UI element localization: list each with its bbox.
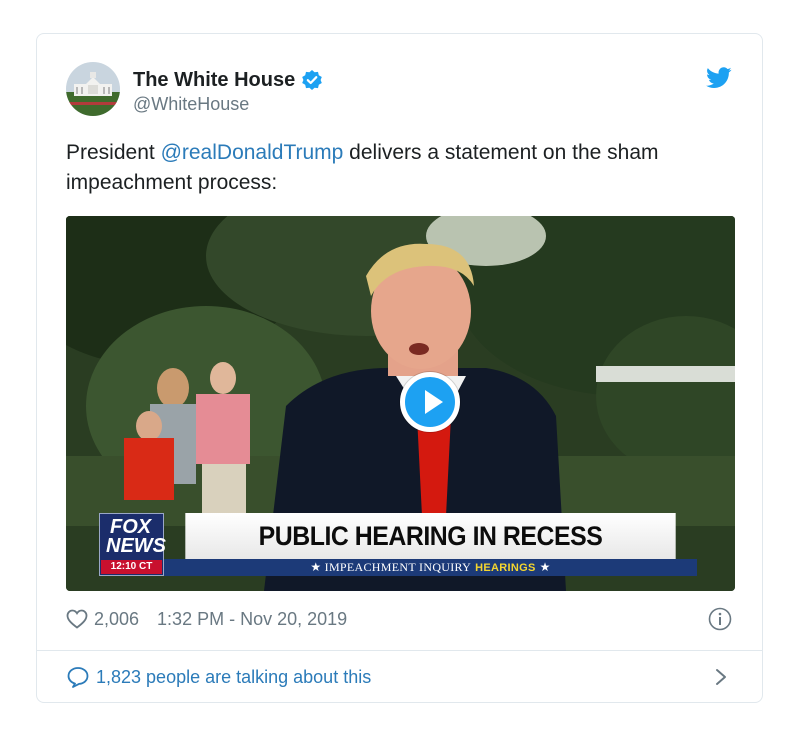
- twitter-bird-icon[interactable]: [706, 67, 732, 89]
- chyron-sub-before: ★ IMPEACHMENT INQUIRY: [310, 560, 472, 574]
- comment-bubble-icon: [66, 666, 90, 688]
- handle[interactable]: @WhiteHouse: [133, 94, 249, 115]
- tweet-meta: 2,006 1:32 PM - Nov 20, 2019: [66, 607, 347, 631]
- avatar[interactable]: [66, 62, 120, 116]
- broadcast-clock: 12:10 CT: [101, 560, 162, 574]
- divider: [37, 650, 762, 651]
- conversation-link[interactable]: 1,823 people are talking about this: [66, 664, 371, 690]
- timestamp[interactable]: 1:32 PM - Nov 20, 2019: [157, 609, 347, 630]
- video-thumbnail[interactable]: FOX NEWS 12:10 CT PUBLIC HEARING IN RECE…: [66, 216, 735, 591]
- play-button[interactable]: [400, 372, 460, 432]
- chyron-sub-after: ★: [539, 560, 551, 574]
- heart-icon[interactable]: [66, 609, 88, 629]
- mention-link[interactable]: @realDonaldTrump: [161, 141, 344, 164]
- logo-line2: NEWS: [106, 535, 166, 557]
- tweet-text-before: President: [66, 141, 161, 164]
- talking-count: 1,823 people are talking about this: [96, 666, 372, 687]
- chyron-subline: ★ IMPEACHMENT INQUIRY HEARINGS ★: [164, 559, 697, 576]
- tweet-text: President @realDonaldTrump delivers a st…: [66, 138, 746, 198]
- chevron-right-icon[interactable]: [714, 667, 728, 687]
- like-count[interactable]: 2,006: [94, 609, 139, 630]
- chyron-headline: PUBLIC HEARING IN RECESS: [185, 513, 676, 559]
- verified-badge-icon: [301, 69, 323, 91]
- name-row: The White House: [133, 67, 323, 93]
- display-name[interactable]: The White House: [133, 69, 295, 92]
- tweet-card: The White House @WhiteHouse President @r…: [36, 33, 763, 703]
- info-icon[interactable]: [708, 607, 732, 631]
- fox-news-logo: FOX NEWS 12:10 CT: [99, 513, 166, 576]
- chyron-sub-highlight: HEARINGS: [475, 561, 536, 574]
